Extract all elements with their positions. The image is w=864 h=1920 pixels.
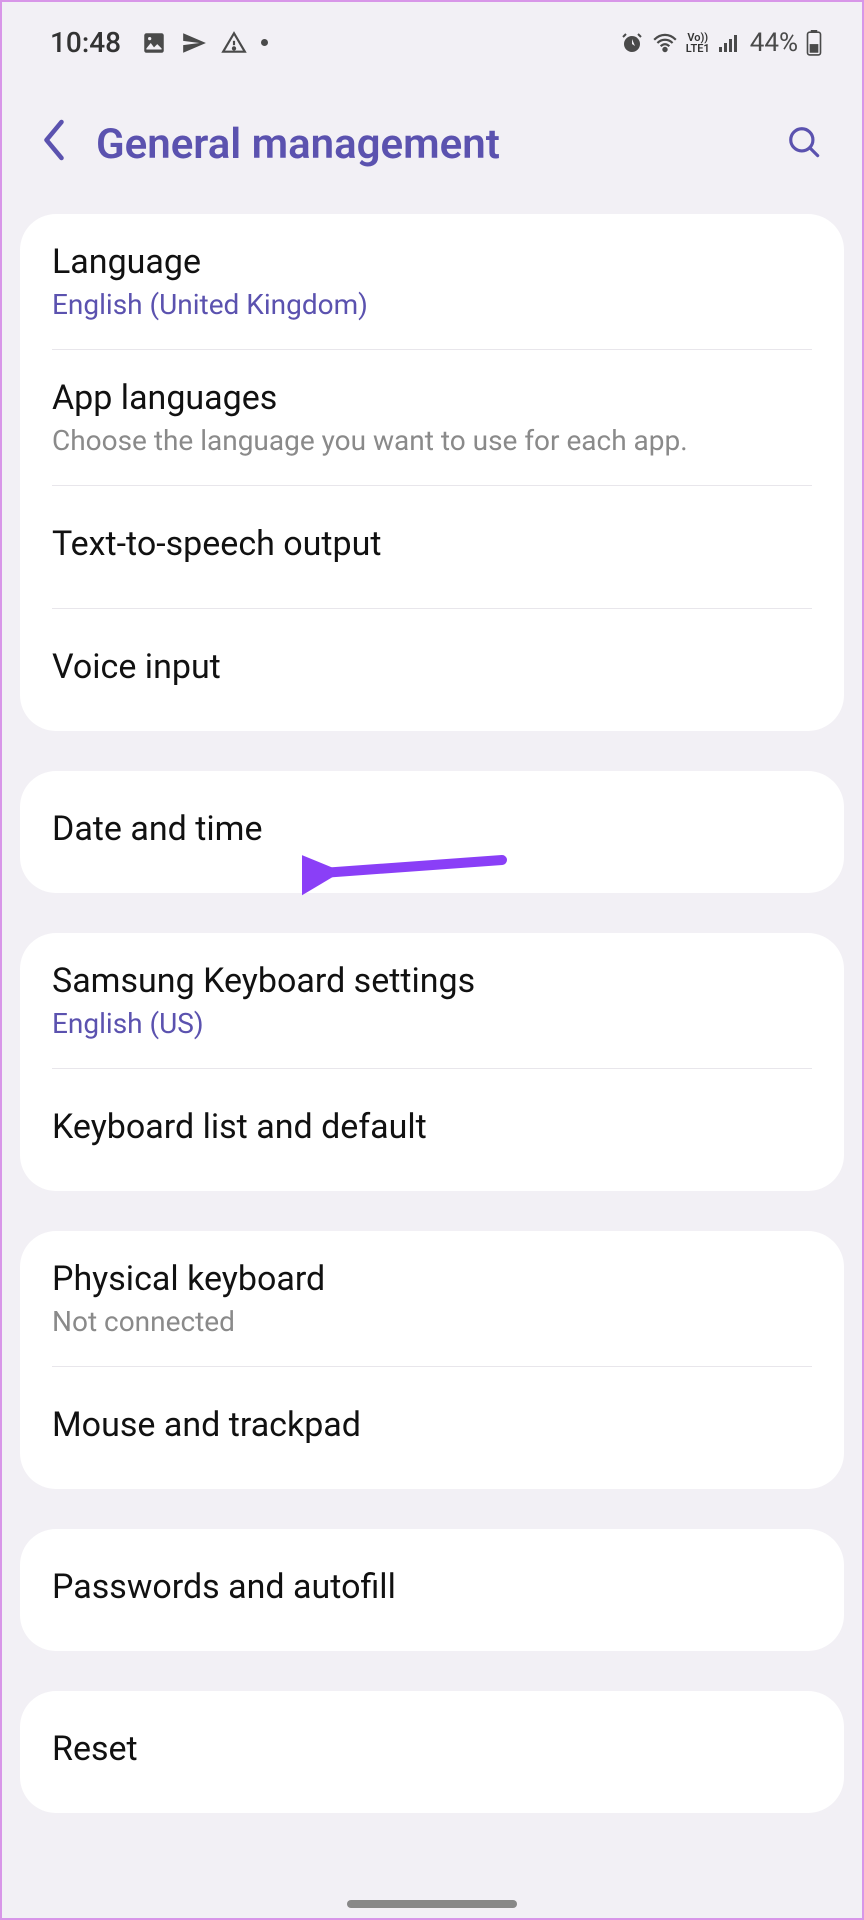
settings-item-keyboard-list[interactable]: Keyboard list and default xyxy=(20,1069,844,1191)
lte-icon: Vo)) LTE1 xyxy=(686,32,710,54)
back-icon[interactable] xyxy=(40,119,68,170)
status-bar: 10:48 Vo)) LTE1 44% xyxy=(2,2,862,87)
item-subtitle: English (US) xyxy=(52,1007,812,1040)
settings-card: Samsung Keyboard settings English (US) K… xyxy=(20,933,844,1191)
item-title: Text-to-speech output xyxy=(52,524,812,564)
search-icon[interactable] xyxy=(786,124,824,166)
item-subtitle: English (United Kingdom) xyxy=(52,288,812,321)
item-title: App languages xyxy=(52,378,812,418)
item-title: Voice input xyxy=(52,647,812,687)
settings-item-tts[interactable]: Text-to-speech output xyxy=(20,486,844,608)
settings-item-language[interactable]: Language English (United Kingdom) xyxy=(20,214,844,349)
settings-card: Passwords and autofill xyxy=(20,1529,844,1651)
settings-item-samsung-keyboard[interactable]: Samsung Keyboard settings English (US) xyxy=(20,933,844,1068)
nav-handle[interactable] xyxy=(347,1900,517,1908)
settings-item-mouse-trackpad[interactable]: Mouse and trackpad xyxy=(20,1367,844,1489)
clock: 10:48 xyxy=(50,26,121,59)
image-icon xyxy=(141,30,167,56)
status-left: 10:48 xyxy=(50,26,268,59)
header: General management xyxy=(2,87,862,214)
item-title: Physical keyboard xyxy=(52,1259,812,1299)
send-icon xyxy=(181,30,207,56)
wifi-icon xyxy=(652,33,678,53)
item-title: Date and time xyxy=(52,809,812,849)
alarm-icon xyxy=(620,31,644,55)
settings-item-reset[interactable]: Reset xyxy=(20,1691,844,1813)
dot-icon xyxy=(261,39,268,46)
settings-item-physical-keyboard[interactable]: Physical keyboard Not connected xyxy=(20,1231,844,1366)
settings-card: Reset xyxy=(20,1691,844,1813)
settings-item-voice-input[interactable]: Voice input xyxy=(20,609,844,731)
settings-item-date-time[interactable]: Date and time xyxy=(20,771,844,893)
item-title: Mouse and trackpad xyxy=(52,1405,812,1445)
settings-item-app-languages[interactable]: App languages Choose the language you wa… xyxy=(20,350,844,485)
item-subtitle: Choose the language you want to use for … xyxy=(52,424,812,457)
battery-percentage: 44% xyxy=(750,28,798,58)
settings-item-passwords-autofill[interactable]: Passwords and autofill xyxy=(20,1529,844,1651)
item-title: Samsung Keyboard settings xyxy=(52,961,812,1001)
settings-card: Physical keyboard Not connected Mouse an… xyxy=(20,1231,844,1489)
signal-icon xyxy=(718,33,742,53)
settings-card: Date and time xyxy=(20,771,844,893)
settings-card: Language English (United Kingdom) App la… xyxy=(20,214,844,731)
item-subtitle: Not connected xyxy=(52,1305,812,1338)
item-title: Language xyxy=(52,242,812,282)
item-title: Reset xyxy=(52,1729,812,1769)
battery-icon xyxy=(806,30,822,56)
status-right: Vo)) LTE1 44% xyxy=(620,28,822,58)
warning-icon xyxy=(221,30,247,56)
page-title: General management xyxy=(96,120,758,169)
item-title: Passwords and autofill xyxy=(52,1567,812,1607)
item-title: Keyboard list and default xyxy=(52,1107,812,1147)
